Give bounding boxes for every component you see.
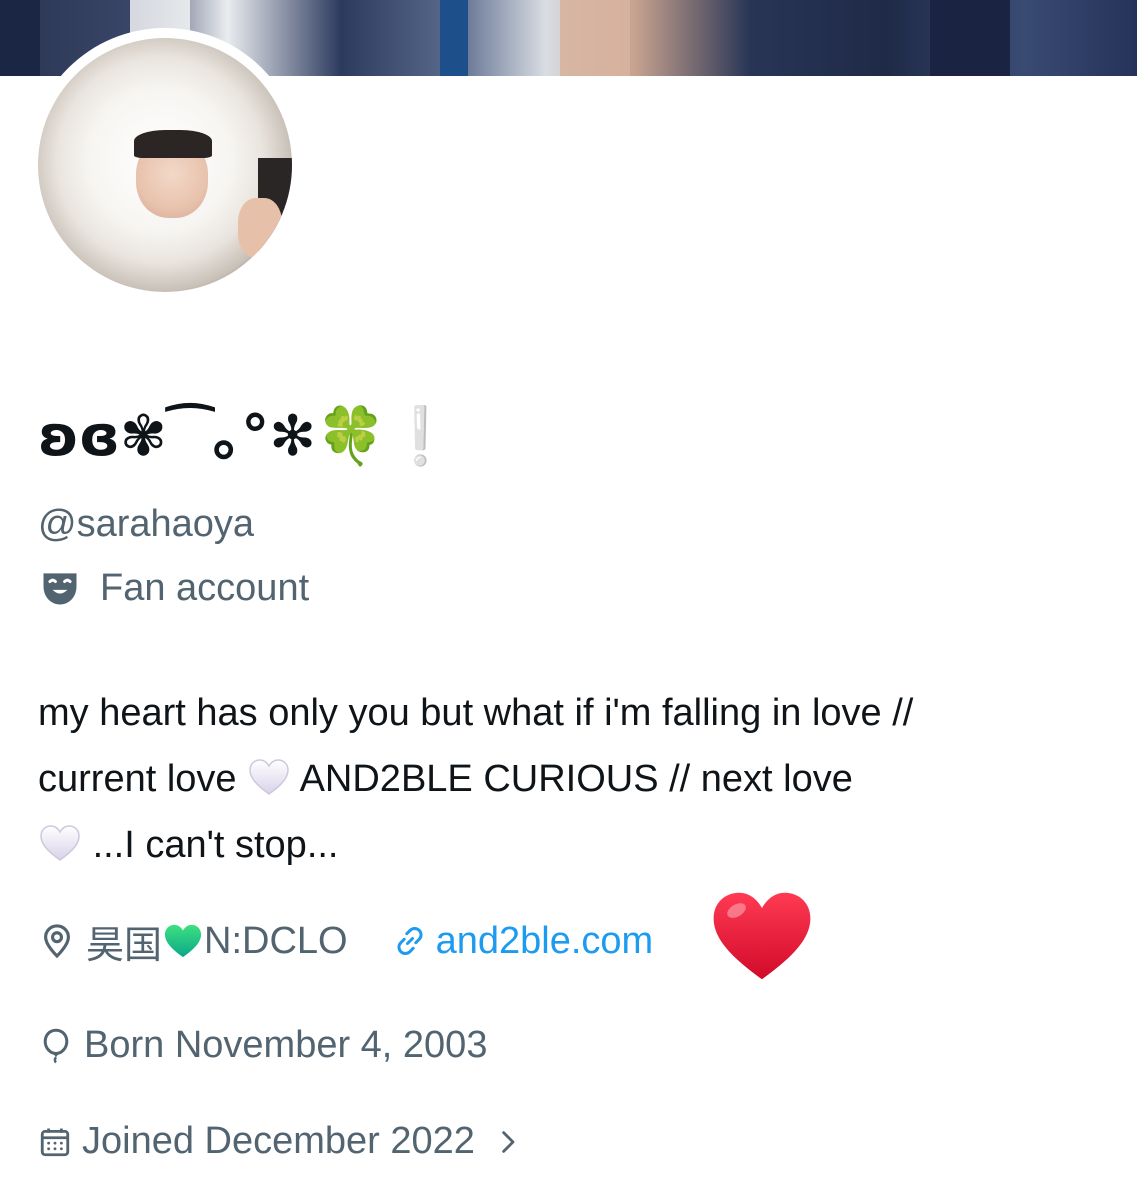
green-heart-icon xyxy=(164,924,202,958)
red-heart-icon xyxy=(713,892,811,980)
display-name-end: ❕ xyxy=(385,404,456,469)
display-name-text: ʚɞ✾⁀｡°✻🍀 xyxy=(38,404,386,469)
avatar-shape xyxy=(238,198,282,258)
avatar[interactable] xyxy=(38,38,292,292)
chevron-right-icon[interactable] xyxy=(493,1127,523,1157)
website-link[interactable]: and2ble.com xyxy=(390,919,654,963)
white-heart-icon xyxy=(249,759,289,795)
bio-text: ...I can't stop... xyxy=(92,824,339,866)
bio-line: current love AND2BLE CURIOUS // next lov… xyxy=(38,746,1118,812)
banner-shape xyxy=(560,0,630,76)
banner-shape xyxy=(440,0,468,76)
bio-line: my heart has only you but what if i'm fa… xyxy=(38,692,914,734)
avatar-shape xyxy=(134,130,212,158)
balloon-icon xyxy=(43,1028,69,1063)
bio-text: current love xyxy=(38,758,237,800)
birthdate-text: Born November 4, 2003 xyxy=(84,1024,488,1066)
location: 昊国 N:DCLO xyxy=(38,914,348,969)
profile-meta-row: 昊国 N:DCLO and2ble.com xyxy=(38,892,811,980)
calendar-icon xyxy=(40,1128,70,1156)
user-handle: @sarahaoya xyxy=(38,503,255,545)
account-label-text: Fan account xyxy=(100,567,310,609)
bio-text: AND2BLE CURIOUS // next love xyxy=(299,758,853,800)
join-date-text: Joined December 2022 xyxy=(82,1120,475,1162)
display-name: ʚɞ✾⁀｡°✻🍀❕ xyxy=(38,402,456,472)
banner-shape xyxy=(930,0,1010,76)
location-text-b: N:DCLO xyxy=(204,919,348,962)
location-pin-icon xyxy=(44,924,70,959)
join-date[interactable]: Joined December 2022 xyxy=(38,1120,523,1163)
bio: my heart has only you but what if i'm fa… xyxy=(38,680,1118,878)
link-icon xyxy=(397,926,423,956)
white-heart-icon xyxy=(40,825,80,861)
mask-icon xyxy=(43,573,77,605)
birthdate: Born November 4, 2003 xyxy=(38,1024,487,1067)
bio-line: ...I can't stop... xyxy=(38,812,1118,878)
banner-shape xyxy=(0,0,40,76)
account-label[interactable]: Fan account xyxy=(38,564,309,612)
location-text-a: 昊国 xyxy=(86,924,163,967)
website-text: and2ble.com xyxy=(435,919,654,962)
